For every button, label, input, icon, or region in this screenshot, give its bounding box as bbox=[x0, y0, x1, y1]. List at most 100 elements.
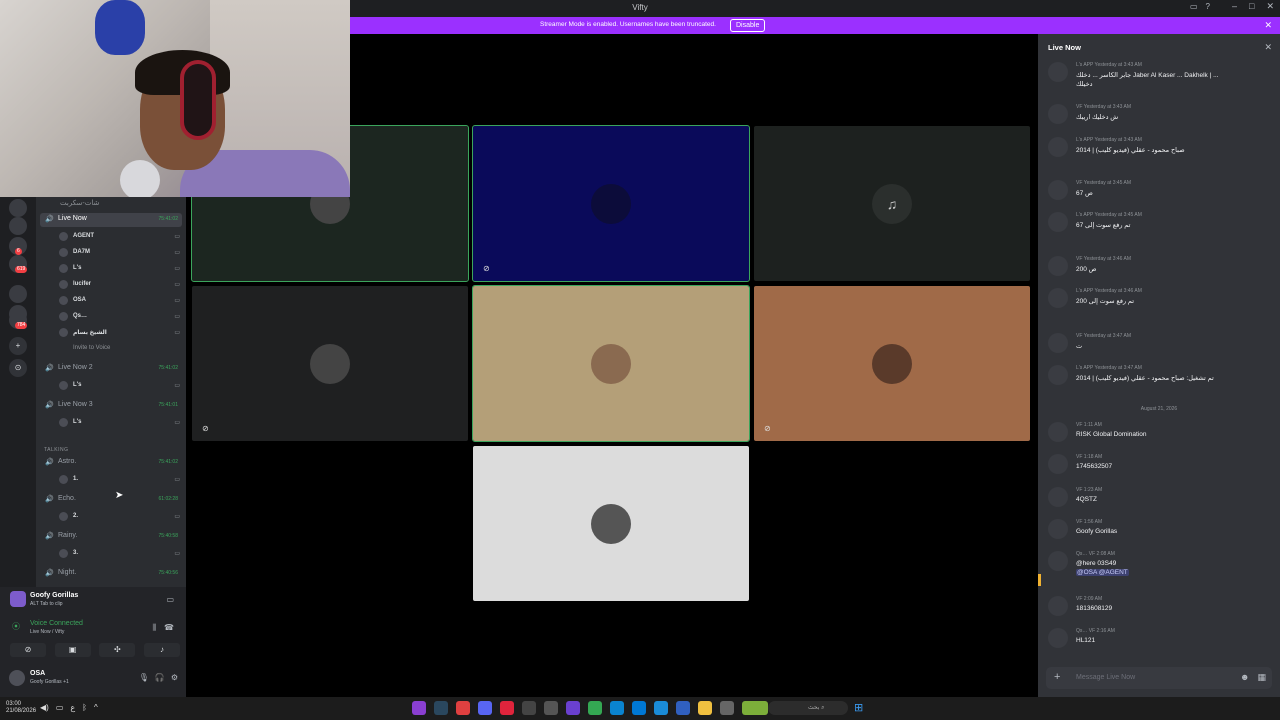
avatar[interactable] bbox=[1048, 487, 1068, 507]
participant-tile[interactable] bbox=[472, 285, 750, 442]
settings-gear-icon[interactable]: ⚙ bbox=[171, 673, 178, 682]
chat-message[interactable]: VF Yesterday at 3:46 AM 200 ص bbox=[1048, 256, 1274, 286]
voice-status[interactable]: Voice Connected bbox=[30, 620, 83, 627]
camera-off-icon[interactable]: ⊘ bbox=[10, 643, 46, 657]
emoji-icon[interactable]: ☻ bbox=[1240, 672, 1249, 683]
voice-channel[interactable]: 🔊 Live Now 75:41:02 bbox=[40, 213, 182, 227]
text-channel[interactable]: شات-سكربت bbox=[40, 197, 182, 211]
voice-channel[interactable]: 🔊 Live Now 2 75:41:02 bbox=[40, 362, 182, 376]
chat-message[interactable]: VF 1:18 AM 1745632507 bbox=[1048, 454, 1274, 484]
close-chat-icon[interactable]: ✕ bbox=[1264, 42, 1272, 53]
chat-message[interactable]: L's APP Yesterday at 3:43 AM صباح محمود -… bbox=[1048, 137, 1274, 167]
avatar[interactable] bbox=[1048, 256, 1068, 276]
discord-icon[interactable] bbox=[478, 701, 492, 715]
voice-channel[interactable]: 🔊 Astro. 75:41:02 bbox=[40, 456, 182, 470]
minimize-button[interactable]: – bbox=[1232, 1, 1237, 12]
opera-icon[interactable] bbox=[500, 701, 514, 715]
attach-plus-icon[interactable]: + bbox=[1054, 671, 1060, 683]
network-icon[interactable]: ▭ bbox=[56, 703, 64, 712]
participant-tile[interactable] bbox=[473, 446, 749, 601]
avatar[interactable] bbox=[9, 670, 25, 686]
voice-user[interactable]: lucifer ▭ bbox=[56, 278, 186, 291]
avatar[interactable] bbox=[1048, 628, 1068, 648]
participant-tile[interactable]: ⊘ bbox=[472, 125, 750, 282]
screenshare-icon[interactable]: ▣ bbox=[54, 643, 91, 657]
app-icon[interactable] bbox=[522, 701, 536, 715]
avatar[interactable] bbox=[1048, 212, 1068, 232]
edge-icon[interactable] bbox=[654, 701, 668, 715]
chrome-icon[interactable] bbox=[588, 701, 602, 715]
soundboard-icon[interactable]: ♪ bbox=[143, 643, 180, 657]
participant-tile[interactable]: ⊘ bbox=[754, 286, 1030, 441]
avatar[interactable] bbox=[1048, 62, 1068, 82]
help-icon[interactable]: ? bbox=[1206, 2, 1210, 11]
avatar[interactable] bbox=[1048, 104, 1068, 124]
avatar[interactable] bbox=[1048, 137, 1068, 157]
server-icon[interactable]: 784 bbox=[9, 311, 28, 329]
banner-close-icon[interactable]: ✕ bbox=[1264, 20, 1272, 31]
voice-user[interactable]: L's ▭ bbox=[56, 379, 186, 392]
app-icon[interactable] bbox=[676, 701, 690, 715]
taskbar-search[interactable]: بحث ⌕ bbox=[768, 701, 848, 715]
server-icon[interactable]: 619 bbox=[9, 255, 28, 273]
avatar[interactable] bbox=[1048, 596, 1068, 616]
voice-user[interactable]: 1. ▭ bbox=[56, 473, 186, 486]
noise-icon[interactable]: ⫼ bbox=[152, 623, 156, 633]
app-icon[interactable] bbox=[720, 701, 734, 715]
voice-channel[interactable]: 🔊 Echo. 61:02:28 bbox=[40, 493, 182, 507]
voice-user[interactable]: OSA ▭ bbox=[56, 294, 186, 307]
invite-to-voice[interactable]: Invite to Voice bbox=[56, 342, 186, 355]
store-icon[interactable] bbox=[632, 701, 646, 715]
participant-tile[interactable]: ♫ bbox=[754, 126, 1030, 281]
avatar[interactable] bbox=[1048, 551, 1068, 571]
mic-icon[interactable]: 🎙 bbox=[139, 673, 149, 682]
steam-icon[interactable] bbox=[434, 701, 448, 715]
file-explorer-icon[interactable] bbox=[698, 701, 712, 715]
chat-message[interactable]: Qs… VF 2:08 AM @here 03S49 @OSA @AGENT bbox=[1048, 551, 1274, 581]
voice-channel[interactable]: 🔊 Night. 75:40:56 bbox=[40, 567, 182, 581]
chat-message[interactable]: L's APP Yesterday at 3:47 AM تم تشغيل: صب… bbox=[1048, 365, 1274, 395]
voice-user[interactable]: DA7M ▭ bbox=[56, 246, 186, 259]
disconnect-icon[interactable]: ☎ bbox=[164, 623, 174, 632]
voice-user[interactable]: 2. ▭ bbox=[56, 510, 186, 523]
avatar[interactable] bbox=[1048, 519, 1068, 539]
windows-start-icon[interactable]: ⊞ bbox=[854, 701, 863, 714]
voice-channel[interactable]: 🔊 Rainy. 75:40:58 bbox=[40, 530, 182, 544]
voice-user[interactable]: L's ▭ bbox=[56, 416, 186, 429]
voice-user[interactable]: الشيخ بسام ▭ bbox=[56, 326, 186, 339]
chat-message[interactable]: VF 1:11 AM RISK Global Domination bbox=[1048, 422, 1274, 452]
server-icon[interactable] bbox=[9, 199, 27, 217]
avatar[interactable] bbox=[1048, 454, 1068, 474]
maximize-button[interactable]: □ bbox=[1249, 1, 1254, 12]
chat-message[interactable]: L's APP Yesterday at 3:45 AM تم رفع سوت إ… bbox=[1048, 212, 1274, 242]
discover-icon[interactable]: ⊙ bbox=[9, 359, 27, 377]
headphones-icon[interactable]: 🎧 bbox=[155, 673, 165, 682]
avatar[interactable] bbox=[1048, 333, 1068, 353]
app-icon[interactable] bbox=[566, 701, 580, 715]
server-icon[interactable]: 6 bbox=[9, 237, 27, 255]
close-window-button[interactable]: ✕ bbox=[1266, 1, 1274, 12]
app-icon[interactable] bbox=[610, 701, 624, 715]
server-avatar[interactable] bbox=[10, 591, 26, 607]
message-input[interactable]: + Message Live Now ☻ ▦ bbox=[1046, 667, 1272, 689]
voice-user[interactable]: L's ▭ bbox=[56, 262, 186, 275]
chat-message[interactable]: L's APP Yesterday at 3:43 AM جابر الكاسر … bbox=[1048, 62, 1274, 92]
chat-message[interactable]: VF 2:09 AM 1813608129 bbox=[1048, 596, 1274, 626]
server-icon[interactable] bbox=[9, 285, 27, 303]
voice-channel[interactable]: 🔊 Live Now 3 75:41:01 bbox=[40, 399, 182, 413]
app-icon[interactable] bbox=[412, 701, 426, 715]
voice-user[interactable]: AGENT ▭ bbox=[56, 230, 186, 243]
avatar[interactable] bbox=[1048, 365, 1068, 385]
screen-icon[interactable]: ▭ bbox=[166, 595, 174, 604]
avatar[interactable] bbox=[1048, 288, 1068, 308]
voice-user[interactable]: 3. ▭ bbox=[56, 547, 186, 560]
add-server-icon[interactable]: + bbox=[9, 337, 27, 355]
chat-message[interactable]: Qs… VF 2:16 AM HL121 bbox=[1048, 628, 1274, 658]
clock[interactable]: 03:00 bbox=[6, 701, 36, 708]
chat-message[interactable]: L's APP Yesterday at 3:46 AM تم رفع سوت إ… bbox=[1048, 288, 1274, 318]
avatar[interactable] bbox=[1048, 422, 1068, 442]
voice-user[interactable]: Qs… ▭ bbox=[56, 310, 186, 323]
chat-message[interactable]: VF Yesterday at 3:47 AM ت bbox=[1048, 333, 1274, 363]
category-label[interactable]: TALKING bbox=[44, 447, 69, 453]
disable-button[interactable]: Disable bbox=[730, 19, 766, 32]
